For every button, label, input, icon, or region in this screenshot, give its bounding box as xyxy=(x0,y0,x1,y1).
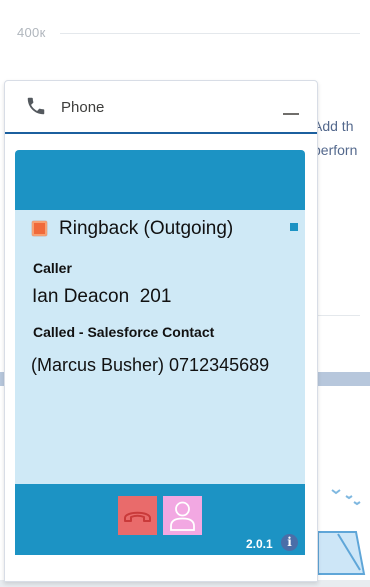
phone-panel-title: Phone xyxy=(61,99,105,116)
contact-button[interactable] xyxy=(163,496,202,535)
phone-icon xyxy=(25,95,47,117)
version-label: 2.0.1 xyxy=(246,537,273,551)
caller-label: Caller xyxy=(33,260,72,276)
minimize-icon xyxy=(283,113,299,115)
minimize-button[interactable] xyxy=(275,93,305,121)
status-marker-icon xyxy=(290,223,298,231)
call-status-text: Ringback (Outgoing) xyxy=(59,218,234,239)
background-text-line-1: Add th xyxy=(313,118,354,134)
call-status-row: Ringback (Outgoing) xyxy=(15,214,305,244)
softphone-action-bar: 2.0.1 i xyxy=(15,484,305,555)
called-label: Called - Salesforce Contact xyxy=(33,324,215,340)
info-icon[interactable]: i xyxy=(281,534,298,551)
called-value: (Marcus Busher) 0712345689 xyxy=(31,355,270,375)
softphone-widget: Ringback (Outgoing) Caller Ian Deacon 20… xyxy=(15,150,305,555)
background-illustration xyxy=(316,478,370,578)
caller-value: Ian Deacon 201 xyxy=(32,286,172,307)
hangup-icon xyxy=(124,511,151,522)
background-text-line-2: perforn xyxy=(313,142,358,158)
contact-icon xyxy=(170,501,195,531)
softphone-top-bar xyxy=(15,150,305,210)
background-divider xyxy=(316,315,360,316)
chart-gridline xyxy=(60,33,360,34)
hangup-button[interactable] xyxy=(118,496,157,535)
phone-panel-header: Phone xyxy=(5,81,317,134)
chart-axis-label: 400к xyxy=(17,25,46,40)
status-indicator-icon xyxy=(32,221,47,236)
phone-utility-panel: Phone Ringback (Outgoing) Caller Ian Dea… xyxy=(4,80,318,582)
